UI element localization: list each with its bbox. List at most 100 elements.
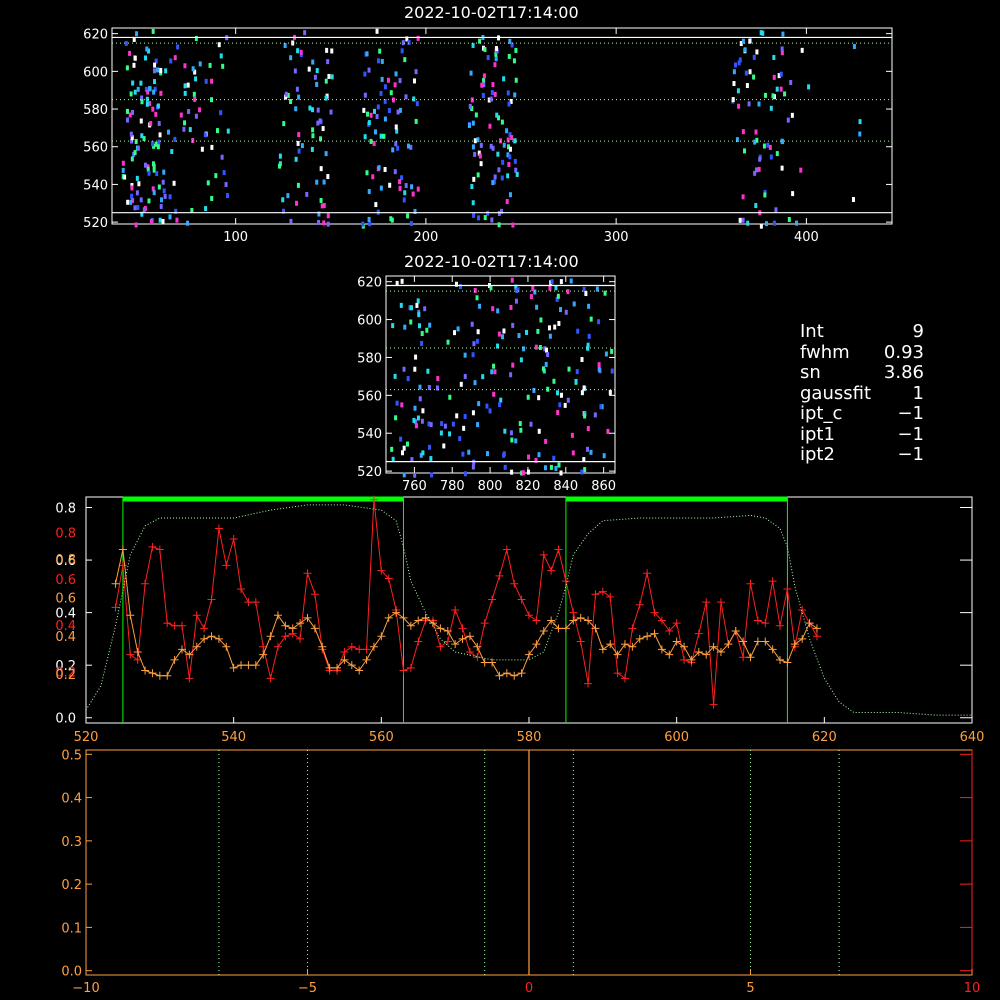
red-series-point xyxy=(709,700,718,709)
top-pixel xyxy=(404,183,408,189)
zoom-pixel xyxy=(583,467,587,473)
top-pixel xyxy=(186,220,190,226)
top-pixel xyxy=(176,44,180,50)
orange-series-point xyxy=(805,619,814,628)
zoom-pixel xyxy=(535,304,539,310)
orange-series-point xyxy=(776,655,785,664)
zoom-y-tick-label: 580 xyxy=(357,351,382,366)
top-pixel xyxy=(226,128,230,134)
zoom-pixel xyxy=(493,369,497,375)
top-pixel xyxy=(752,54,756,60)
orange-series-point xyxy=(657,645,666,654)
top-pixel xyxy=(371,174,375,180)
top-pixel xyxy=(148,86,152,92)
fit-y-tick-label: 0.3 xyxy=(61,835,82,850)
orange-series-point xyxy=(163,671,172,680)
fit-x-tick-label: 0 xyxy=(525,981,533,996)
red-series-point xyxy=(613,669,622,678)
top-pixel xyxy=(191,137,195,143)
orange-series-point xyxy=(643,632,652,641)
zoom-pixel xyxy=(552,378,556,384)
top-pixel xyxy=(281,197,285,203)
zoom-pixel xyxy=(589,449,593,455)
top-pixel xyxy=(139,80,143,86)
zoom-pixel xyxy=(425,327,429,333)
top-pixel xyxy=(315,179,319,185)
top-pixel xyxy=(741,194,745,200)
orange-series-point xyxy=(495,671,504,680)
top-pixel xyxy=(322,179,326,185)
zoom-pixel xyxy=(511,322,515,328)
zoom-pixel xyxy=(446,339,450,345)
zoom-pixel xyxy=(548,333,552,339)
zoom-pixel xyxy=(564,309,568,315)
top-pixel xyxy=(478,153,482,159)
top-pixel xyxy=(311,133,315,139)
top-pixel xyxy=(383,84,387,90)
top-pixel xyxy=(468,103,472,109)
top-pixel xyxy=(495,112,499,118)
zoom-y-tick-label: 540 xyxy=(357,427,382,442)
top-pixel xyxy=(398,179,402,185)
top-pixel xyxy=(136,205,140,211)
top-pixel xyxy=(402,197,406,203)
red-series-point xyxy=(399,666,408,675)
top-y-tick-label: 580 xyxy=(83,103,108,118)
orange-series-point xyxy=(273,611,282,620)
fit-x-tick-label: −10 xyxy=(72,981,99,996)
zoom-pixel xyxy=(566,289,570,295)
top-pixel xyxy=(762,143,766,149)
orange-series-point xyxy=(783,658,792,667)
top-pixel xyxy=(513,158,517,164)
top-pixel xyxy=(175,217,179,223)
zoom-pixel xyxy=(410,305,414,311)
top-pixel xyxy=(313,74,317,80)
top-pixel xyxy=(497,210,501,216)
fit-y-tick-label: 0.1 xyxy=(61,921,82,936)
top-pixel xyxy=(380,58,384,64)
top-pixel xyxy=(386,77,390,83)
zoom-pixel xyxy=(538,345,542,351)
profile-x-tick-label: 540 xyxy=(221,730,246,745)
zoom-pixel xyxy=(485,403,489,409)
zoom-pixel xyxy=(475,295,479,301)
top-pixel xyxy=(219,110,223,116)
top-pixel xyxy=(479,142,483,148)
top-pixel xyxy=(415,101,419,107)
top-pixel xyxy=(383,116,387,122)
zoom-pixel xyxy=(526,394,530,400)
top-pixel xyxy=(482,73,486,79)
top-pixel xyxy=(159,90,163,96)
info-row-int: Int 9 xyxy=(800,321,924,342)
orange-series-point xyxy=(229,663,238,672)
red-series-point xyxy=(739,653,748,662)
zoom-y-tick-label: 520 xyxy=(357,465,382,480)
top-pixel xyxy=(795,220,799,226)
top-pixel xyxy=(505,199,509,205)
zoom-pixel xyxy=(461,451,465,457)
zoom-pixel xyxy=(554,465,558,471)
zoom-pixel xyxy=(420,340,424,346)
zoom-pixel xyxy=(553,324,557,330)
top-y-tick-label: 520 xyxy=(83,216,108,231)
orange-series-point xyxy=(251,661,260,670)
fit-y-tick-label: 0.5 xyxy=(61,748,82,763)
top-pixel xyxy=(311,59,315,65)
top-pixel xyxy=(284,91,288,97)
top-pixel xyxy=(746,220,750,226)
zoom-pixel xyxy=(532,387,536,393)
top-pixel xyxy=(763,192,767,198)
top-pixel xyxy=(851,197,855,203)
top-pixel xyxy=(210,195,214,201)
top-x-tick-label: 200 xyxy=(413,230,438,245)
profile-y-tick-label-white: 0.8 xyxy=(55,502,76,517)
top-pixel xyxy=(376,104,380,110)
top-pixel xyxy=(316,107,320,113)
zoom-pixel xyxy=(470,321,474,327)
top-pixel xyxy=(858,119,862,125)
zoom-pixel xyxy=(604,351,608,357)
top-pixel xyxy=(307,66,311,72)
top-pixel xyxy=(378,48,382,54)
top-pixel xyxy=(124,40,128,46)
top-pixel xyxy=(289,55,293,61)
